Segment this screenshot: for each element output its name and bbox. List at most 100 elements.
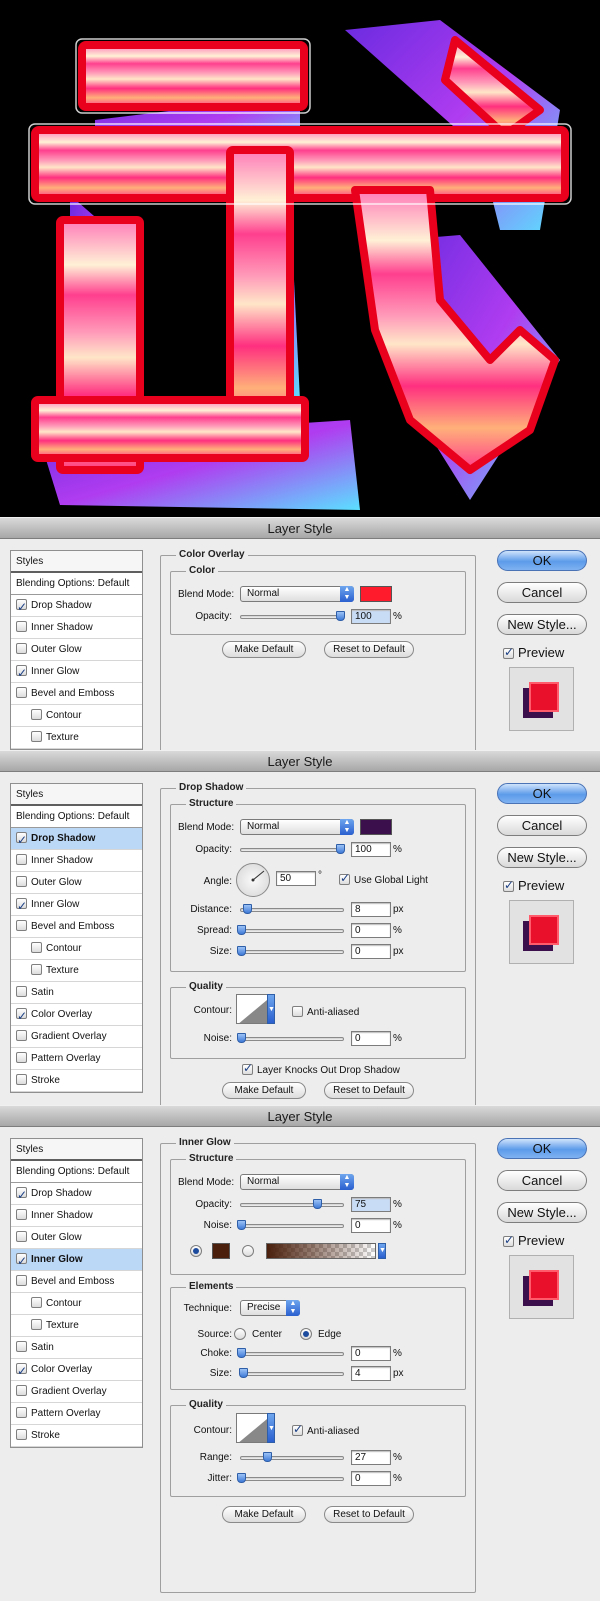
style-item-blending-options[interactable]: Blending Options: Default xyxy=(11,806,142,828)
pattern-overlay-checkbox[interactable] xyxy=(16,1407,27,1418)
inner-glow-checkbox[interactable] xyxy=(16,1250,27,1272)
gradient-radio[interactable] xyxy=(242,1245,254,1257)
knocks-out-checkbox[interactable] xyxy=(242,1061,253,1075)
preview-toggle[interactable]: Preview xyxy=(503,645,564,660)
style-item-inner-shadow[interactable]: Inner Shadow xyxy=(11,617,142,639)
anti-aliased-toggle[interactable]: Anti-aliased xyxy=(292,1422,359,1437)
blend-mode-select[interactable]: Normal ▲ ▼ xyxy=(240,819,354,835)
range-slider-knob[interactable] xyxy=(263,1452,272,1462)
style-item-inner-glow[interactable]: Inner Glow xyxy=(11,894,142,917)
contour-checkbox[interactable] xyxy=(31,1297,42,1308)
bevel-checkbox[interactable] xyxy=(16,1275,27,1286)
styles-header[interactable]: Styles xyxy=(11,784,142,806)
range-field[interactable]: 27 xyxy=(351,1450,391,1465)
reset-to-default-button[interactable]: Reset to Default xyxy=(324,641,414,658)
anti-aliased-checkbox[interactable] xyxy=(292,1422,303,1436)
cancel-button[interactable]: Cancel xyxy=(497,815,587,836)
outer-glow-checkbox[interactable] xyxy=(16,876,27,887)
jitter-slider-knob[interactable] xyxy=(237,1473,246,1483)
opacity-field[interactable]: 75 xyxy=(351,1197,391,1212)
color-overlay-checkbox[interactable] xyxy=(16,1360,27,1382)
style-item-color-overlay[interactable]: Color Overlay xyxy=(11,1359,142,1382)
texture-checkbox[interactable] xyxy=(31,731,42,742)
outer-glow-checkbox[interactable] xyxy=(16,643,27,654)
overlay-color-swatch[interactable] xyxy=(360,586,392,602)
blend-mode-select[interactable]: Normal ▲ ▼ xyxy=(240,586,354,602)
style-item-outer-glow[interactable]: Outer Glow xyxy=(11,639,142,661)
knocks-out-toggle[interactable]: Layer Knocks Out Drop Shadow xyxy=(242,1061,400,1076)
opacity-slider-knob[interactable] xyxy=(336,611,345,621)
styles-header[interactable]: Styles xyxy=(11,551,142,573)
inner-glow-checkbox[interactable] xyxy=(16,662,27,684)
inner-shadow-checkbox[interactable] xyxy=(16,1209,27,1220)
spread-slider-knob[interactable] xyxy=(237,925,246,935)
glow-gradient-picker[interactable] xyxy=(266,1243,376,1259)
drop-shadow-checkbox[interactable] xyxy=(16,596,27,618)
style-item-texture[interactable]: Texture xyxy=(11,960,142,982)
ok-button[interactable]: OK xyxy=(497,550,587,571)
contour-dropdown-icon[interactable]: ▼ xyxy=(267,994,275,1024)
opacity-field[interactable]: 100 xyxy=(351,842,391,857)
distance-slider-knob[interactable] xyxy=(243,904,252,914)
ok-button[interactable]: OK xyxy=(497,1138,587,1159)
pattern-overlay-checkbox[interactable] xyxy=(16,1052,27,1063)
jitter-slider[interactable] xyxy=(237,1473,344,1483)
drop-shadow-checkbox[interactable] xyxy=(16,1184,27,1206)
style-item-texture[interactable]: Texture xyxy=(11,727,142,749)
technique-select[interactable]: Precise ▲ ▼ xyxy=(240,1300,300,1316)
style-item-blending-options[interactable]: Blending Options: Default xyxy=(11,573,142,595)
size-field[interactable]: 0 xyxy=(351,944,391,959)
blend-mode-select[interactable]: Normal ▲ ▼ xyxy=(240,1174,354,1190)
choke-field[interactable]: 0 xyxy=(351,1346,391,1361)
style-item-blending-options[interactable]: Blending Options: Default xyxy=(11,1161,142,1183)
opacity-slider[interactable] xyxy=(240,844,345,854)
noise-field[interactable]: 0 xyxy=(351,1218,391,1233)
style-item-drop-shadow[interactable]: Drop Shadow xyxy=(11,828,142,851)
satin-checkbox[interactable] xyxy=(16,1341,27,1352)
contour-dropdown-icon[interactable]: ▼ xyxy=(267,1413,275,1443)
preview-toggle[interactable]: Preview xyxy=(503,878,564,893)
noise-field[interactable]: 0 xyxy=(351,1031,391,1046)
drop-shadow-checkbox[interactable] xyxy=(16,829,27,851)
make-default-button[interactable]: Make Default xyxy=(222,1506,306,1523)
preview-checkbox[interactable] xyxy=(503,1233,514,1247)
opacity-slider[interactable] xyxy=(240,1199,344,1209)
size-slider-knob[interactable] xyxy=(237,946,246,956)
style-item-texture[interactable]: Texture xyxy=(11,1315,142,1337)
opacity-slider-knob[interactable] xyxy=(313,1199,322,1209)
jitter-field[interactable]: 0 xyxy=(351,1471,391,1486)
color-overlay-checkbox[interactable] xyxy=(16,1005,27,1027)
style-item-bevel-emboss[interactable]: Bevel and Emboss xyxy=(11,1271,142,1293)
choke-slider-knob[interactable] xyxy=(237,1348,246,1358)
style-item-stroke[interactable]: Stroke xyxy=(11,1425,142,1447)
contour-checkbox[interactable] xyxy=(31,709,42,720)
reset-to-default-button[interactable]: Reset to Default xyxy=(324,1082,414,1099)
make-default-button[interactable]: Make Default xyxy=(222,641,306,658)
preview-toggle[interactable]: Preview xyxy=(503,1233,564,1248)
style-item-inner-shadow[interactable]: Inner Shadow xyxy=(11,850,142,872)
style-item-contour[interactable]: Contour xyxy=(11,938,142,960)
stroke-checkbox[interactable] xyxy=(16,1074,27,1085)
noise-slider-knob[interactable] xyxy=(237,1220,246,1230)
preview-checkbox[interactable] xyxy=(503,645,514,659)
spread-field[interactable]: 0 xyxy=(351,923,391,938)
style-item-stroke[interactable]: Stroke xyxy=(11,1070,142,1092)
style-item-satin[interactable]: Satin xyxy=(11,982,142,1004)
use-global-light-checkbox[interactable] xyxy=(339,871,350,885)
inner-shadow-checkbox[interactable] xyxy=(16,621,27,632)
style-item-gradient-overlay[interactable]: Gradient Overlay xyxy=(11,1381,142,1403)
style-item-color-overlay[interactable]: Color Overlay xyxy=(11,1004,142,1027)
gradient-overlay-checkbox[interactable] xyxy=(16,1385,27,1396)
angle-dial[interactable] xyxy=(236,863,270,897)
inner-glow-checkbox[interactable] xyxy=(16,895,27,917)
style-item-drop-shadow[interactable]: Drop Shadow xyxy=(11,1183,142,1206)
bevel-checkbox[interactable] xyxy=(16,920,27,931)
style-item-contour[interactable]: Contour xyxy=(11,705,142,727)
use-global-light-toggle[interactable]: Use Global Light xyxy=(339,871,428,886)
noise-slider-knob[interactable] xyxy=(237,1033,246,1043)
style-item-pattern-overlay[interactable]: Pattern Overlay xyxy=(11,1048,142,1070)
make-default-button[interactable]: Make Default xyxy=(222,1082,306,1099)
new-style-button[interactable]: New Style... xyxy=(497,847,587,868)
size-slider-knob[interactable] xyxy=(239,1368,248,1378)
style-item-contour[interactable]: Contour xyxy=(11,1293,142,1315)
